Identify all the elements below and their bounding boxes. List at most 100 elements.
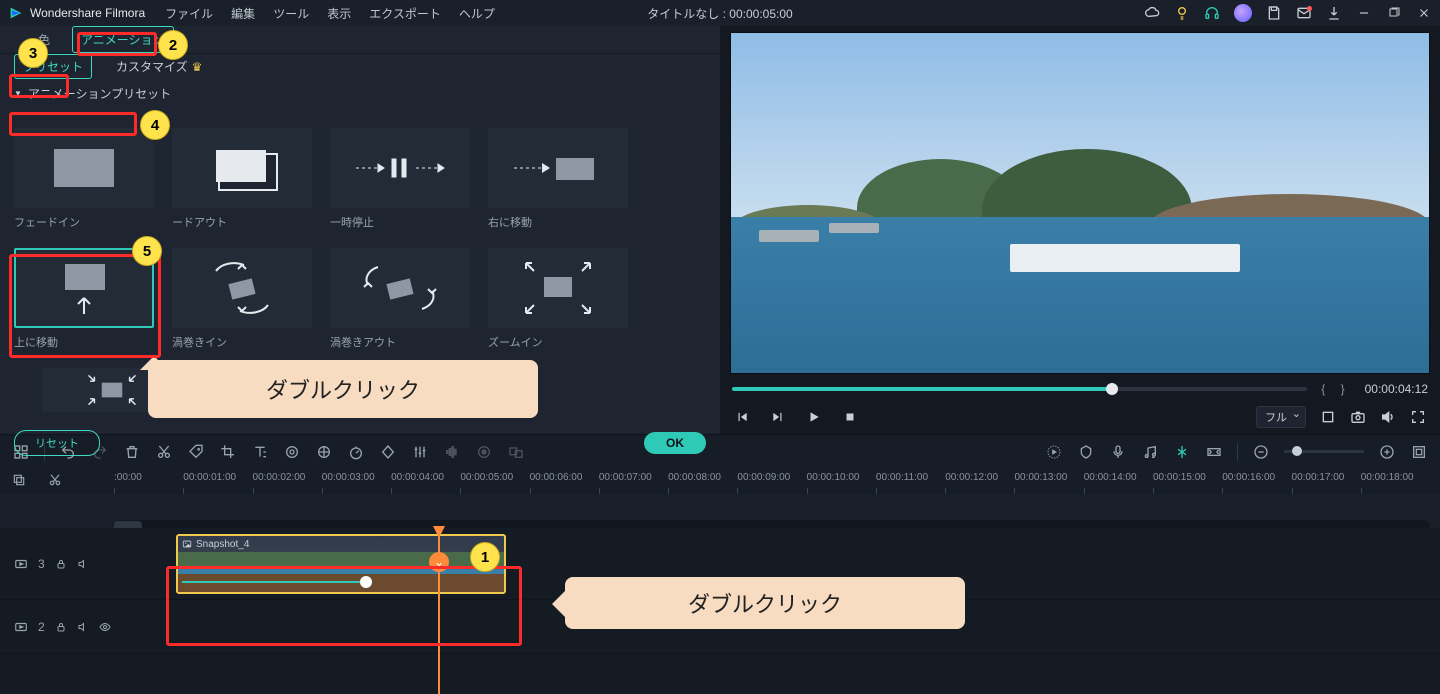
save-icon[interactable] — [1266, 5, 1282, 21]
ruler-tick: 00:00:07:00 — [599, 472, 652, 483]
preset-pause[interactable]: 一時停止 — [330, 128, 470, 230]
download-icon[interactable] — [1326, 5, 1342, 21]
video-track-icon — [14, 557, 28, 571]
subtab-custom[interactable]: カスタマイズ ♛ — [108, 55, 210, 78]
avatar-icon[interactable] — [1234, 4, 1252, 22]
next-frame-icon[interactable] — [770, 409, 786, 425]
volume-icon[interactable] — [1380, 409, 1396, 425]
track-number: 3 — [38, 557, 45, 571]
mic-icon[interactable] — [1109, 443, 1127, 461]
menu-export[interactable]: エクスポート — [369, 5, 441, 22]
marker-icon[interactable] — [1077, 443, 1095, 461]
preset-fade-in[interactable]: フェードイン — [14, 128, 154, 230]
preset-label: ードアウト — [172, 214, 312, 230]
ruler-tick: 00:00:05:00 — [460, 472, 513, 483]
play-icon[interactable] — [806, 409, 822, 425]
preset-zoom-in[interactable]: ズームイン — [488, 248, 628, 350]
preset-label: 一時停止 — [330, 214, 470, 230]
ruler-tick: 00:00:18:00 — [1361, 472, 1414, 483]
zoom-out-icon[interactable] — [1252, 443, 1270, 461]
snapshot-icon[interactable] — [1350, 409, 1366, 425]
mute-icon[interactable] — [77, 621, 89, 633]
preview-viewport[interactable] — [730, 32, 1430, 374]
section-animation-preset[interactable]: ▼ アニメーションプリセット — [0, 79, 720, 108]
music-icon[interactable] — [1141, 443, 1159, 461]
titlebar: Wondershare Filmora ファイル 編集 ツール 表示 エクスポー… — [0, 0, 1440, 26]
record-icon[interactable] — [475, 443, 493, 461]
ruler-tick: 00:00:15:00 — [1153, 472, 1206, 483]
zoom-in-icon[interactable] — [1378, 443, 1396, 461]
track-number: 2 — [38, 620, 45, 634]
ruler-tick: 00:00:11:00 — [876, 472, 928, 483]
render-icon[interactable] — [1045, 443, 1063, 461]
menu-help[interactable]: ヘルプ — [459, 5, 495, 22]
visibility-icon[interactable] — [99, 621, 111, 633]
preset-swirl-out[interactable]: 渦巻きアウト — [330, 248, 470, 350]
image-icon — [182, 539, 192, 549]
preset-label: ズームイン — [488, 334, 628, 350]
mute-icon[interactable] — [77, 558, 89, 570]
maximize-icon[interactable] — [1386, 5, 1402, 21]
ok-button[interactable]: OK — [644, 432, 706, 454]
preview-time: 00:00:04:12 — [1365, 382, 1428, 396]
minimize-icon[interactable] — [1356, 5, 1372, 21]
preset-fade-out[interactable]: ードアウト — [172, 128, 312, 230]
preview-progress-slider[interactable] — [732, 387, 1307, 391]
ruler-tick: 00:00:16:00 — [1222, 472, 1275, 483]
idea-icon[interactable] — [1174, 5, 1190, 21]
preset-move-right[interactable]: 右に移動 — [488, 128, 628, 230]
fullscreen-icon[interactable] — [1410, 409, 1426, 425]
scissors-icon[interactable] — [48, 473, 64, 489]
badge-3: 3 — [18, 38, 48, 68]
preset-move-up[interactable]: 上に移動 — [14, 248, 154, 350]
cloud-icon[interactable] — [1144, 5, 1160, 21]
playhead-expand-icon[interactable]: ⌄ — [429, 552, 449, 572]
zoom-slider[interactable] — [1284, 450, 1364, 453]
headphones-icon[interactable] — [1204, 5, 1220, 21]
stop-icon[interactable] — [842, 409, 858, 425]
menu-bar: ファイル 編集 ツール 表示 エクスポート ヘルプ — [165, 5, 495, 22]
ruler-tick: 00:00:10:00 — [807, 472, 860, 483]
prev-frame-icon[interactable] — [734, 409, 750, 425]
fit-icon[interactable] — [1205, 443, 1223, 461]
duplicate-icon[interactable] — [12, 473, 28, 489]
timeline-ruler-row: :00:00 00:00:01:00 00:00:02:00 00:00:03:… — [0, 468, 1440, 494]
snap-icon[interactable] — [1173, 443, 1191, 461]
project-title: タイトルなし : 00:00:05:00 — [647, 5, 792, 22]
ruler-tick: :00:00 — [114, 472, 142, 483]
menu-file[interactable]: ファイル — [165, 5, 213, 22]
ruler-tick: 00:00:14:00 — [1084, 472, 1137, 483]
preset-swirl-in[interactable]: 渦巻きイン — [172, 248, 312, 350]
crop-icon[interactable] — [1320, 409, 1336, 425]
audio-icon[interactable] — [443, 443, 461, 461]
menu-tools[interactable]: ツール — [273, 5, 309, 22]
preset-label: フェードイン — [14, 214, 154, 230]
disclosure-triangle-icon: ▼ — [14, 89, 22, 98]
preset-label: 上に移動 — [14, 334, 154, 350]
ruler-tick: 00:00:01:00 — [183, 472, 236, 483]
ruler-tick: 00:00:08:00 — [668, 472, 721, 483]
ruler-tick: 00:00:13:00 — [1014, 472, 1067, 483]
quality-select[interactable]: フル — [1256, 406, 1306, 428]
ruler-tick: 00:00:04:00 — [391, 472, 444, 483]
crown-icon: ♛ — [192, 60, 203, 74]
menu-view[interactable]: 表示 — [327, 5, 351, 22]
app-logo-icon — [8, 5, 24, 21]
messages-icon[interactable] — [1296, 5, 1312, 21]
timeline-ruler[interactable]: :00:00 00:00:01:00 00:00:02:00 00:00:03:… — [114, 468, 1430, 494]
redo-icon[interactable] — [91, 443, 109, 461]
menu-edit[interactable]: 編集 — [231, 5, 255, 22]
ruler-tick: 00:00:17:00 — [1292, 472, 1345, 483]
callout-double-click-1: ダブルクリック — [565, 577, 965, 629]
zoom-fit-icon[interactable] — [1410, 443, 1428, 461]
callout-double-click-2: ダブルクリック — [148, 360, 538, 418]
reset-button[interactable]: リセット — [14, 430, 100, 456]
lock-icon[interactable] — [55, 558, 67, 570]
brace-markers[interactable]: { } — [1321, 382, 1350, 396]
group-icon[interactable] — [507, 443, 525, 461]
close-icon[interactable] — [1416, 5, 1432, 21]
subtab-custom-label: カスタマイズ — [116, 60, 188, 74]
lock-icon[interactable] — [55, 621, 67, 633]
timeline-clip[interactable]: Snapshot_4 — [176, 534, 506, 594]
badge-1: 1 — [470, 542, 500, 572]
